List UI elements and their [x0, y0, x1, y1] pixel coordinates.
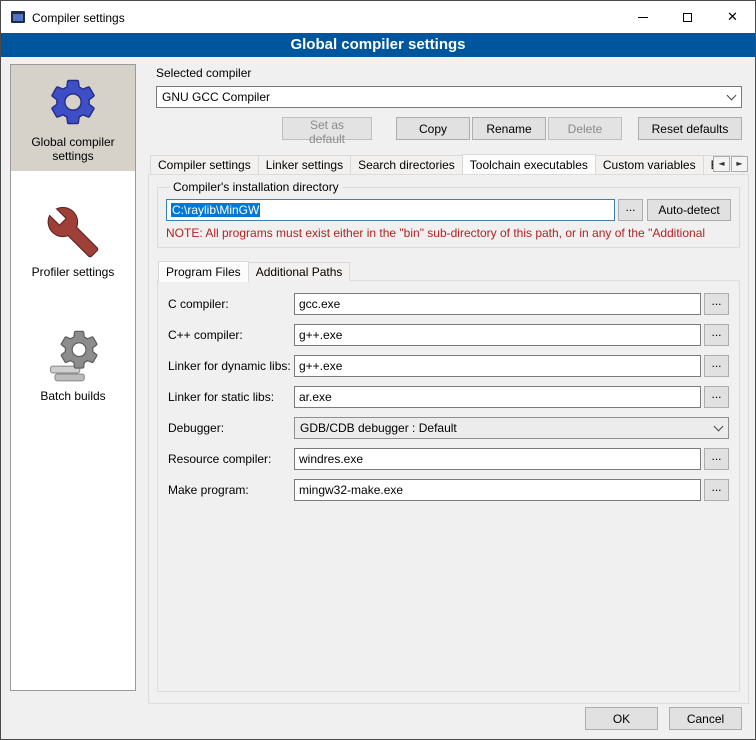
minimize-icon	[638, 17, 648, 18]
batch-builds-icon	[46, 329, 100, 383]
cancel-button[interactable]: Cancel	[669, 707, 742, 730]
compiler-settings-dialog: Compiler settings ✕ Global compiler sett…	[0, 0, 756, 740]
tab-compiler-settings[interactable]: Compiler settings	[150, 155, 259, 174]
note-text: NOTE: All programs must exist either in …	[166, 226, 731, 240]
maximize-button[interactable]	[665, 1, 710, 33]
sidebar-item-batch-builds[interactable]: Batch builds	[11, 319, 135, 411]
minimize-button[interactable]	[620, 1, 665, 33]
c-compiler-input[interactable]: gcc.exe	[294, 293, 701, 315]
install-dir-browse-button[interactable]: ...	[618, 199, 643, 221]
app-icon[interactable]	[10, 9, 26, 25]
close-button[interactable]: ✕	[710, 1, 755, 33]
field-label: C++ compiler:	[168, 328, 294, 342]
sidebar-label: Batch builds	[14, 389, 132, 403]
field-row-linker-static: Linker for static libs: ar.exe ...	[168, 386, 729, 408]
linker-dynamic-browse-button[interactable]: ...	[704, 355, 729, 377]
field-row-c-compiler: C compiler: gcc.exe ...	[168, 293, 729, 315]
settings-sidebar: Global compiler settings Profiler settin…	[10, 64, 136, 691]
install-dir-input[interactable]: C:\raylib\MinGW	[166, 199, 615, 221]
chevron-down-icon	[714, 422, 724, 432]
compiler-select-value: GNU GCC Compiler	[162, 90, 724, 104]
install-dir-selected-text: C:\raylib\MinGW	[171, 203, 260, 217]
auto-detect-button[interactable]: Auto-detect	[647, 199, 731, 221]
gear-icon	[46, 75, 100, 129]
profiler-tool-icon	[46, 205, 100, 259]
cpp-compiler-browse-button[interactable]: ...	[704, 324, 729, 346]
sidebar-item-profiler-settings[interactable]: Profiler settings	[11, 195, 135, 287]
make-program-input[interactable]: mingw32-make.exe	[294, 479, 701, 501]
field-row-make-program: Make program: mingw32-make.exe ...	[168, 479, 729, 501]
chevron-down-icon	[727, 91, 737, 101]
maximize-icon	[683, 13, 692, 22]
c-compiler-browse-button[interactable]: ...	[704, 293, 729, 315]
reset-defaults-button[interactable]: Reset defaults	[638, 117, 742, 140]
linker-dynamic-input[interactable]: g++.exe	[294, 355, 701, 377]
titlebar: Compiler settings ✕	[1, 1, 755, 33]
linker-static-browse-button[interactable]: ...	[704, 386, 729, 408]
resource-compiler-browse-button[interactable]: ...	[704, 448, 729, 470]
field-label: Debugger:	[168, 421, 294, 435]
field-label: Resource compiler:	[168, 452, 294, 466]
installation-directory-label: Compiler's installation directory	[170, 180, 342, 194]
field-row-resource-compiler: Resource compiler: windres.exe ...	[168, 448, 729, 470]
set-as-default-button[interactable]: Set as default	[282, 117, 372, 140]
linker-static-input[interactable]: ar.exe	[294, 386, 701, 408]
tab-linker-settings[interactable]: Linker settings	[258, 155, 351, 174]
dialog-header: Global compiler settings	[1, 33, 755, 57]
dialog-footer: OK Cancel	[585, 707, 742, 730]
field-label: Make program:	[168, 483, 294, 497]
field-row-debugger: Debugger: GDB/CDB debugger : Default	[168, 417, 729, 439]
sidebar-item-global-compiler-settings[interactable]: Global compiler settings	[11, 65, 135, 171]
resource-compiler-input[interactable]: windres.exe	[294, 448, 701, 470]
make-program-browse-button[interactable]: ...	[704, 479, 729, 501]
tab-toolchain-executables[interactable]: Toolchain executables	[462, 154, 596, 174]
compiler-select[interactable]: GNU GCC Compiler	[156, 86, 742, 108]
tab-scroll-left-button[interactable]: ◄	[713, 156, 730, 172]
settings-tabstrip: Compiler settings Linker settings Search…	[148, 153, 749, 174]
tab-program-files[interactable]: Program Files	[158, 261, 249, 282]
tab-scroll-right-button[interactable]: ►	[731, 156, 748, 172]
tab-additional-paths[interactable]: Additional Paths	[248, 262, 351, 281]
rename-button[interactable]: Rename	[472, 117, 546, 140]
field-row-linker-dynamic: Linker for dynamic libs: g++.exe ...	[168, 355, 729, 377]
program-files-tabstrip: Program Files Additional Paths	[157, 260, 740, 281]
copy-button[interactable]: Copy	[396, 117, 470, 140]
tab-search-directories[interactable]: Search directories	[350, 155, 463, 174]
field-label: Linker for static libs:	[168, 390, 294, 404]
field-label: Linker for dynamic libs:	[168, 359, 294, 373]
cpp-compiler-input[interactable]: g++.exe	[294, 324, 701, 346]
sidebar-label: Profiler settings	[14, 265, 132, 279]
delete-button[interactable]: Delete	[548, 117, 622, 140]
program-files-page: C compiler: gcc.exe ... C++ compiler: g+…	[157, 280, 740, 692]
toolchain-executables-page: Compiler's installation directory C:\ray…	[148, 174, 749, 704]
ok-button[interactable]: OK	[585, 707, 658, 730]
window-title: Compiler settings	[32, 10, 620, 25]
debugger-select-value: GDB/CDB debugger : Default	[300, 421, 711, 435]
selected-compiler-label: Selected compiler	[156, 66, 749, 80]
field-row-cpp-compiler: C++ compiler: g++.exe ...	[168, 324, 729, 346]
main-panel: Selected compiler GNU GCC Compiler Set a…	[148, 63, 749, 704]
installation-directory-group: Compiler's installation directory C:\ray…	[157, 180, 740, 248]
sidebar-label: Global compiler settings	[14, 135, 132, 163]
tab-custom-variables[interactable]: Custom variables	[595, 155, 704, 174]
debugger-select[interactable]: GDB/CDB debugger : Default	[294, 417, 729, 439]
compiler-actions: Set as default Copy Rename Delete Reset …	[156, 117, 742, 140]
field-label: C compiler:	[168, 297, 294, 311]
